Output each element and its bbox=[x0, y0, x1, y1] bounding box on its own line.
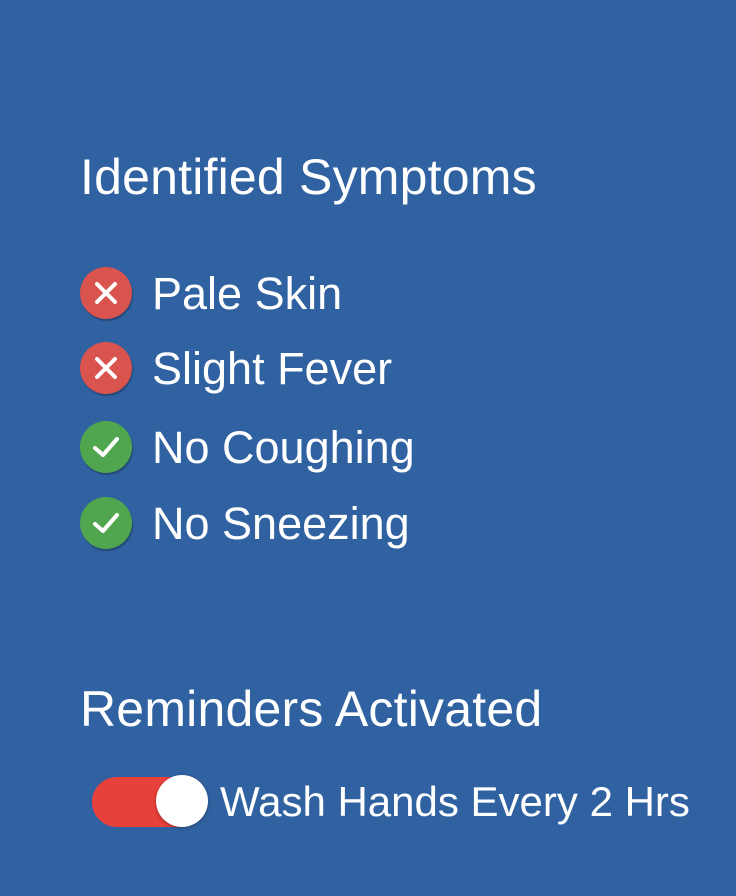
reminder-label: Wash Hands Every 2 Hrs bbox=[220, 778, 690, 825]
reminder-wash-hands: Wash Hands Every 2 Hrs bbox=[92, 775, 690, 829]
symptom-label: No Coughing bbox=[152, 421, 415, 473]
symptom-label: Pale Skin bbox=[152, 267, 343, 319]
toggle-knob[interactable] bbox=[156, 775, 208, 827]
symptom-item-pale-skin: Pale Skin bbox=[80, 266, 342, 320]
reminders-activated-heading: Reminders Activated bbox=[80, 681, 543, 737]
check-circle-icon bbox=[80, 421, 132, 473]
symptom-label: Slight Fever bbox=[152, 342, 393, 394]
symptoms-panel: Identified Symptoms Pale Skin Slight Fev… bbox=[0, 0, 736, 896]
symptom-item-no-sneezing: No Sneezing bbox=[80, 496, 410, 550]
x-circle-icon bbox=[80, 267, 132, 319]
symptom-item-slight-fever: Slight Fever bbox=[80, 341, 392, 395]
identified-symptoms-heading: Identified Symptoms bbox=[80, 149, 537, 205]
symptom-label: No Sneezing bbox=[152, 497, 410, 549]
check-circle-icon bbox=[80, 497, 132, 549]
symptom-item-no-coughing: No Coughing bbox=[80, 420, 415, 474]
x-circle-icon bbox=[80, 342, 132, 394]
reminder-toggle[interactable] bbox=[92, 775, 208, 829]
